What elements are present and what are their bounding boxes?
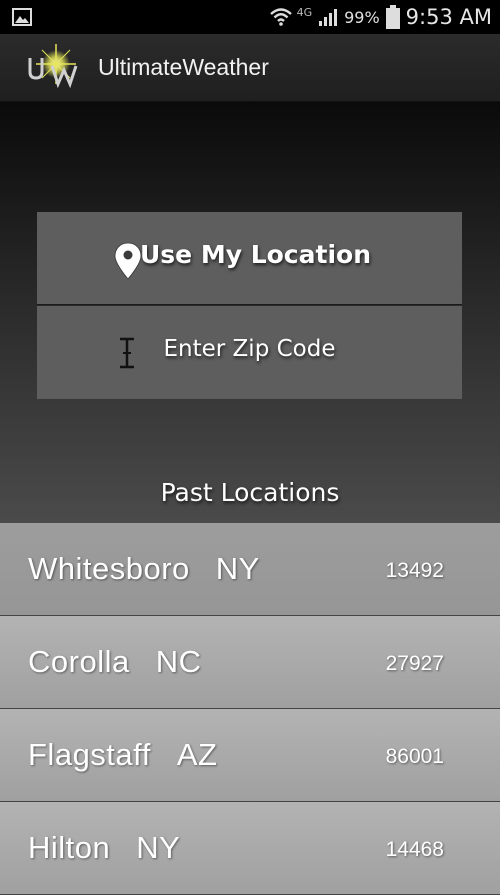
- location-city: Corolla: [28, 644, 130, 679]
- location-state: NC: [155, 644, 202, 679]
- location-row-flagstaff[interactable]: Flagstaff AZ 86001: [0, 709, 500, 802]
- enter-zip-code-button[interactable]: Enter Zip Code: [37, 306, 462, 399]
- location-zip: 14468: [385, 838, 444, 861]
- past-locations-title: Past Locations: [160, 478, 340, 507]
- location-row-corolla[interactable]: Corolla NC 27927: [0, 616, 500, 709]
- location-zip: 27927: [385, 652, 444, 675]
- battery-percent: 99%: [344, 7, 380, 27]
- action-bar: UltimateWeather: [0, 34, 500, 102]
- location-row-whitesboro[interactable]: Whitesboro NY 13492: [0, 523, 500, 616]
- location-row-hilton[interactable]: Hilton NY 14468: [0, 802, 500, 895]
- location-state: NY: [215, 551, 260, 586]
- network-type: 4G: [296, 5, 313, 19]
- location-zip: 13492: [385, 559, 444, 582]
- past-locations-list: Whitesboro NY 13492 Corolla NC 27927 Flags…: [0, 523, 500, 895]
- app-title: UltimateWeather: [98, 54, 269, 80]
- location-city: Flagstaff: [28, 737, 151, 772]
- clock: 9:53 AM: [405, 5, 492, 29]
- location-state: AZ: [176, 737, 218, 772]
- image-notification-icon: [12, 8, 32, 26]
- location-city: Whitesboro: [28, 551, 190, 586]
- wifi-icon: [269, 8, 292, 26]
- use-my-location-label: Use My Location: [139, 240, 371, 269]
- location-state: NY: [136, 830, 181, 865]
- location-zip: 86001: [385, 745, 444, 768]
- signal-icon: [319, 9, 338, 26]
- enter-zip-code-label: Enter Zip Code: [163, 336, 336, 362]
- location-city: Hilton: [28, 830, 111, 865]
- uw-logo-icon[interactable]: [24, 44, 88, 90]
- battery-icon: [385, 5, 400, 29]
- status-bar: 4G 99% 9:53 AM: [0, 0, 500, 34]
- use-my-location-button[interactable]: Use My Location: [37, 212, 462, 305]
